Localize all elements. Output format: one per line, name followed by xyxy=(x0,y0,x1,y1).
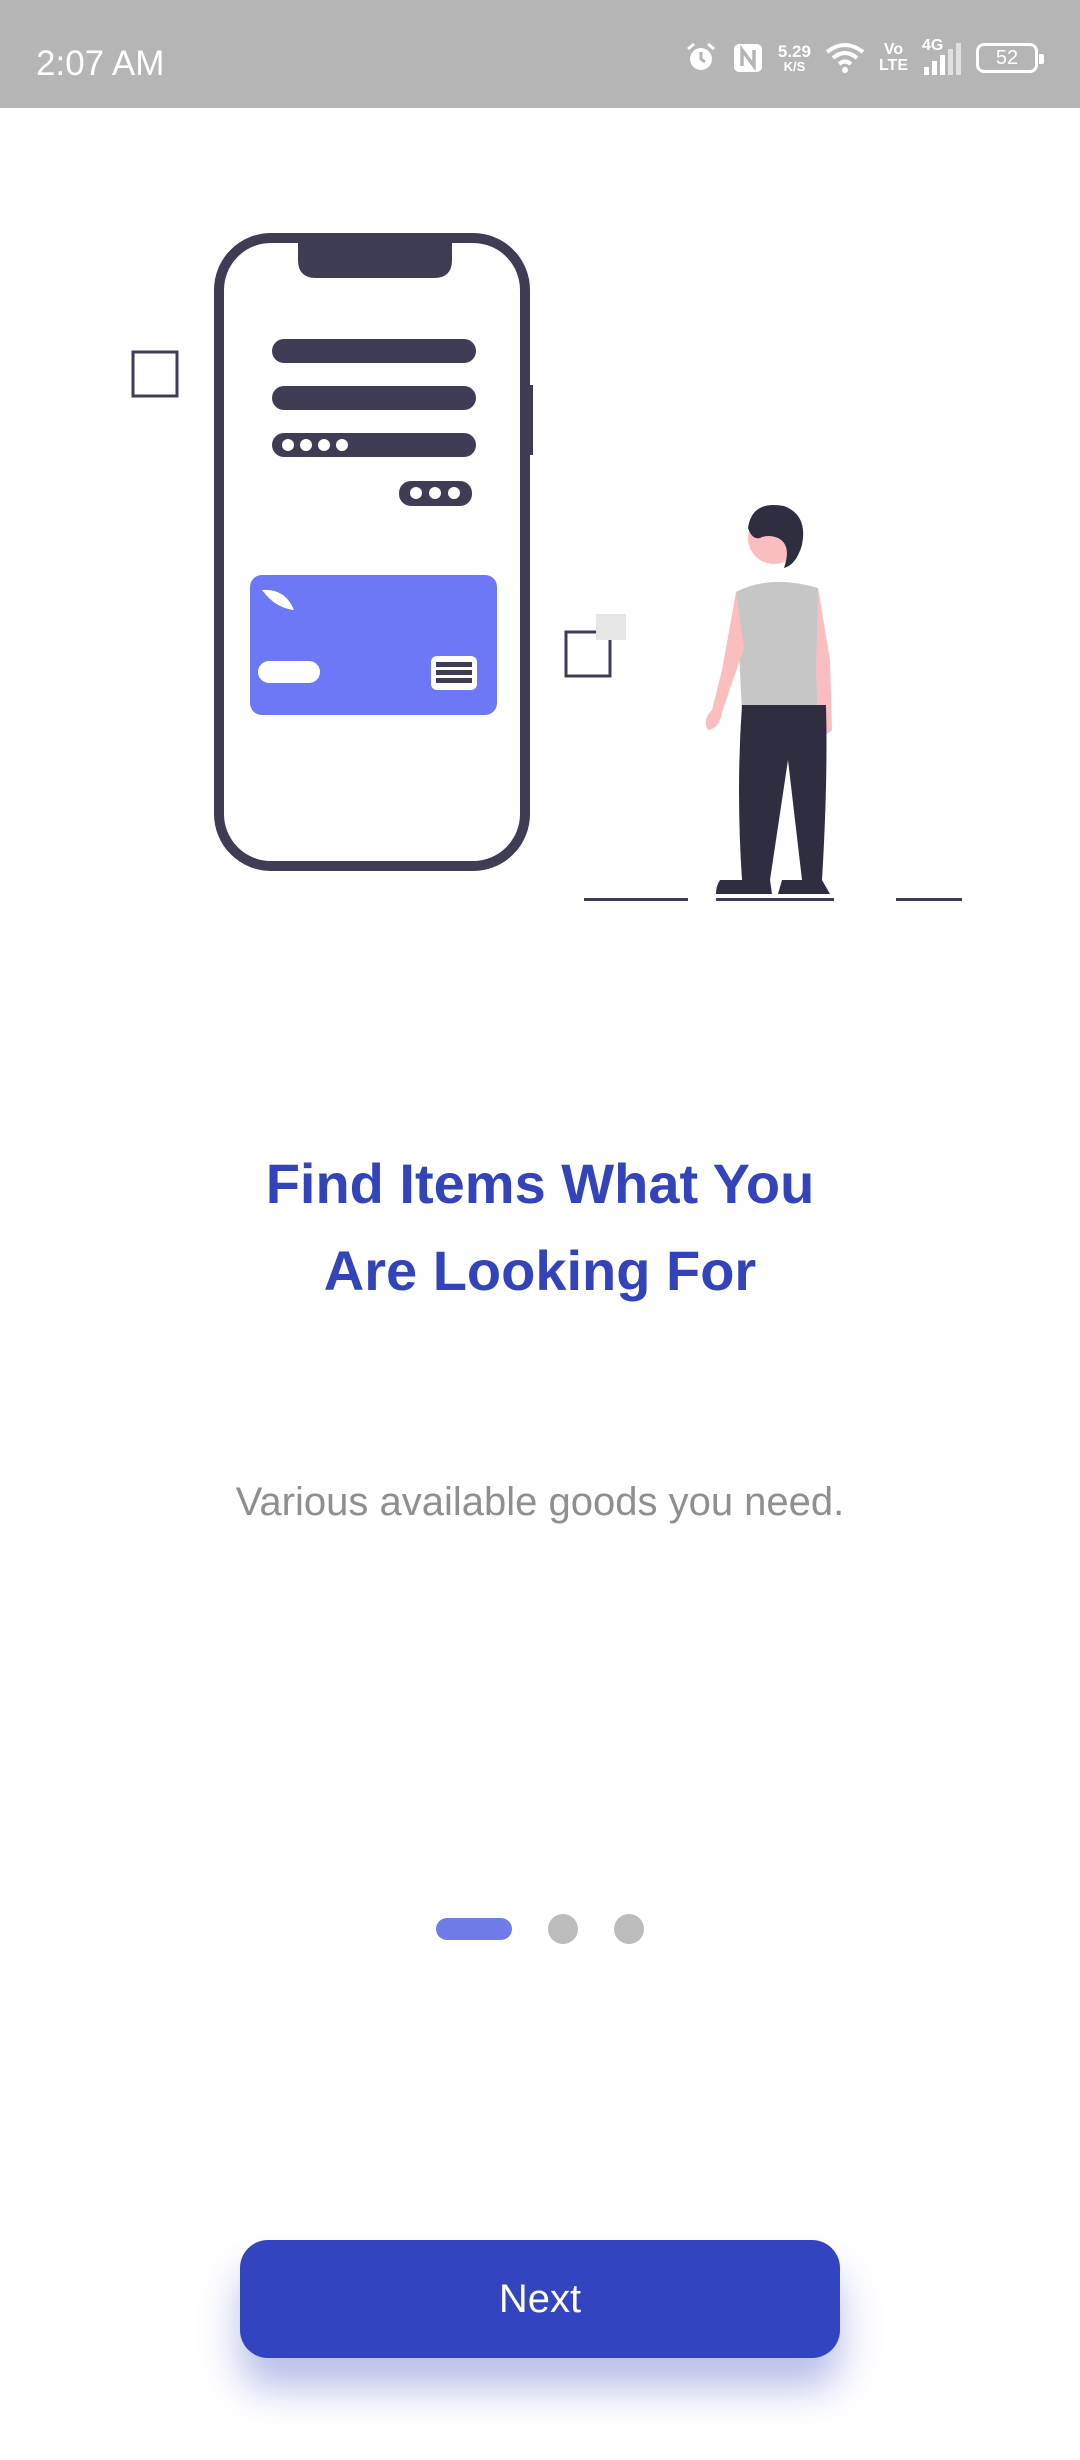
alarm-icon xyxy=(684,41,718,75)
page-indicator-dot-active[interactable] xyxy=(436,1918,512,1940)
credit-card-illustration xyxy=(250,575,497,715)
volte-top: Vo xyxy=(883,41,904,58)
battery-indicator: 52 xyxy=(976,43,1044,73)
page-indicator-dot[interactable] xyxy=(548,1914,578,1944)
onboarding-subtitle: Various available goods you need. xyxy=(235,1480,845,1524)
page-indicator xyxy=(0,1914,1080,1944)
volte-bottom: LTE xyxy=(878,57,908,74)
speed-unit: K/S xyxy=(783,59,806,74)
network-type: 4G xyxy=(922,37,944,54)
status-time: 2:07 AM xyxy=(36,44,165,83)
status-icons: 5.29 K/S Vo LTE 4G 52 xyxy=(684,36,1044,80)
next-button[interactable]: Next xyxy=(240,2240,840,2358)
ground-line xyxy=(896,898,962,901)
battery-level: 52 xyxy=(995,46,1019,69)
deco-square-left xyxy=(131,350,179,398)
wifi-icon xyxy=(825,42,865,74)
onboarding-title: Find Items What You Are Looking For xyxy=(265,1152,815,1302)
nfc-icon xyxy=(732,42,764,74)
network-speed: 5.29 K/S xyxy=(778,43,811,73)
page-indicator-dot[interactable] xyxy=(614,1914,644,1944)
cell-signal-icon: 4G xyxy=(922,37,962,75)
status-bar: 2:07 AM 5.29 K/S Vo LTE 4G 52 xyxy=(0,0,1080,108)
volte-indicator: Vo LTE xyxy=(879,42,908,74)
ground-line xyxy=(716,898,834,901)
onboarding-illustration xyxy=(131,233,962,901)
person-illustration xyxy=(705,504,832,894)
ground-line xyxy=(584,898,688,901)
phone-illustration xyxy=(214,233,533,871)
speed-value: 5.29 xyxy=(777,42,811,61)
